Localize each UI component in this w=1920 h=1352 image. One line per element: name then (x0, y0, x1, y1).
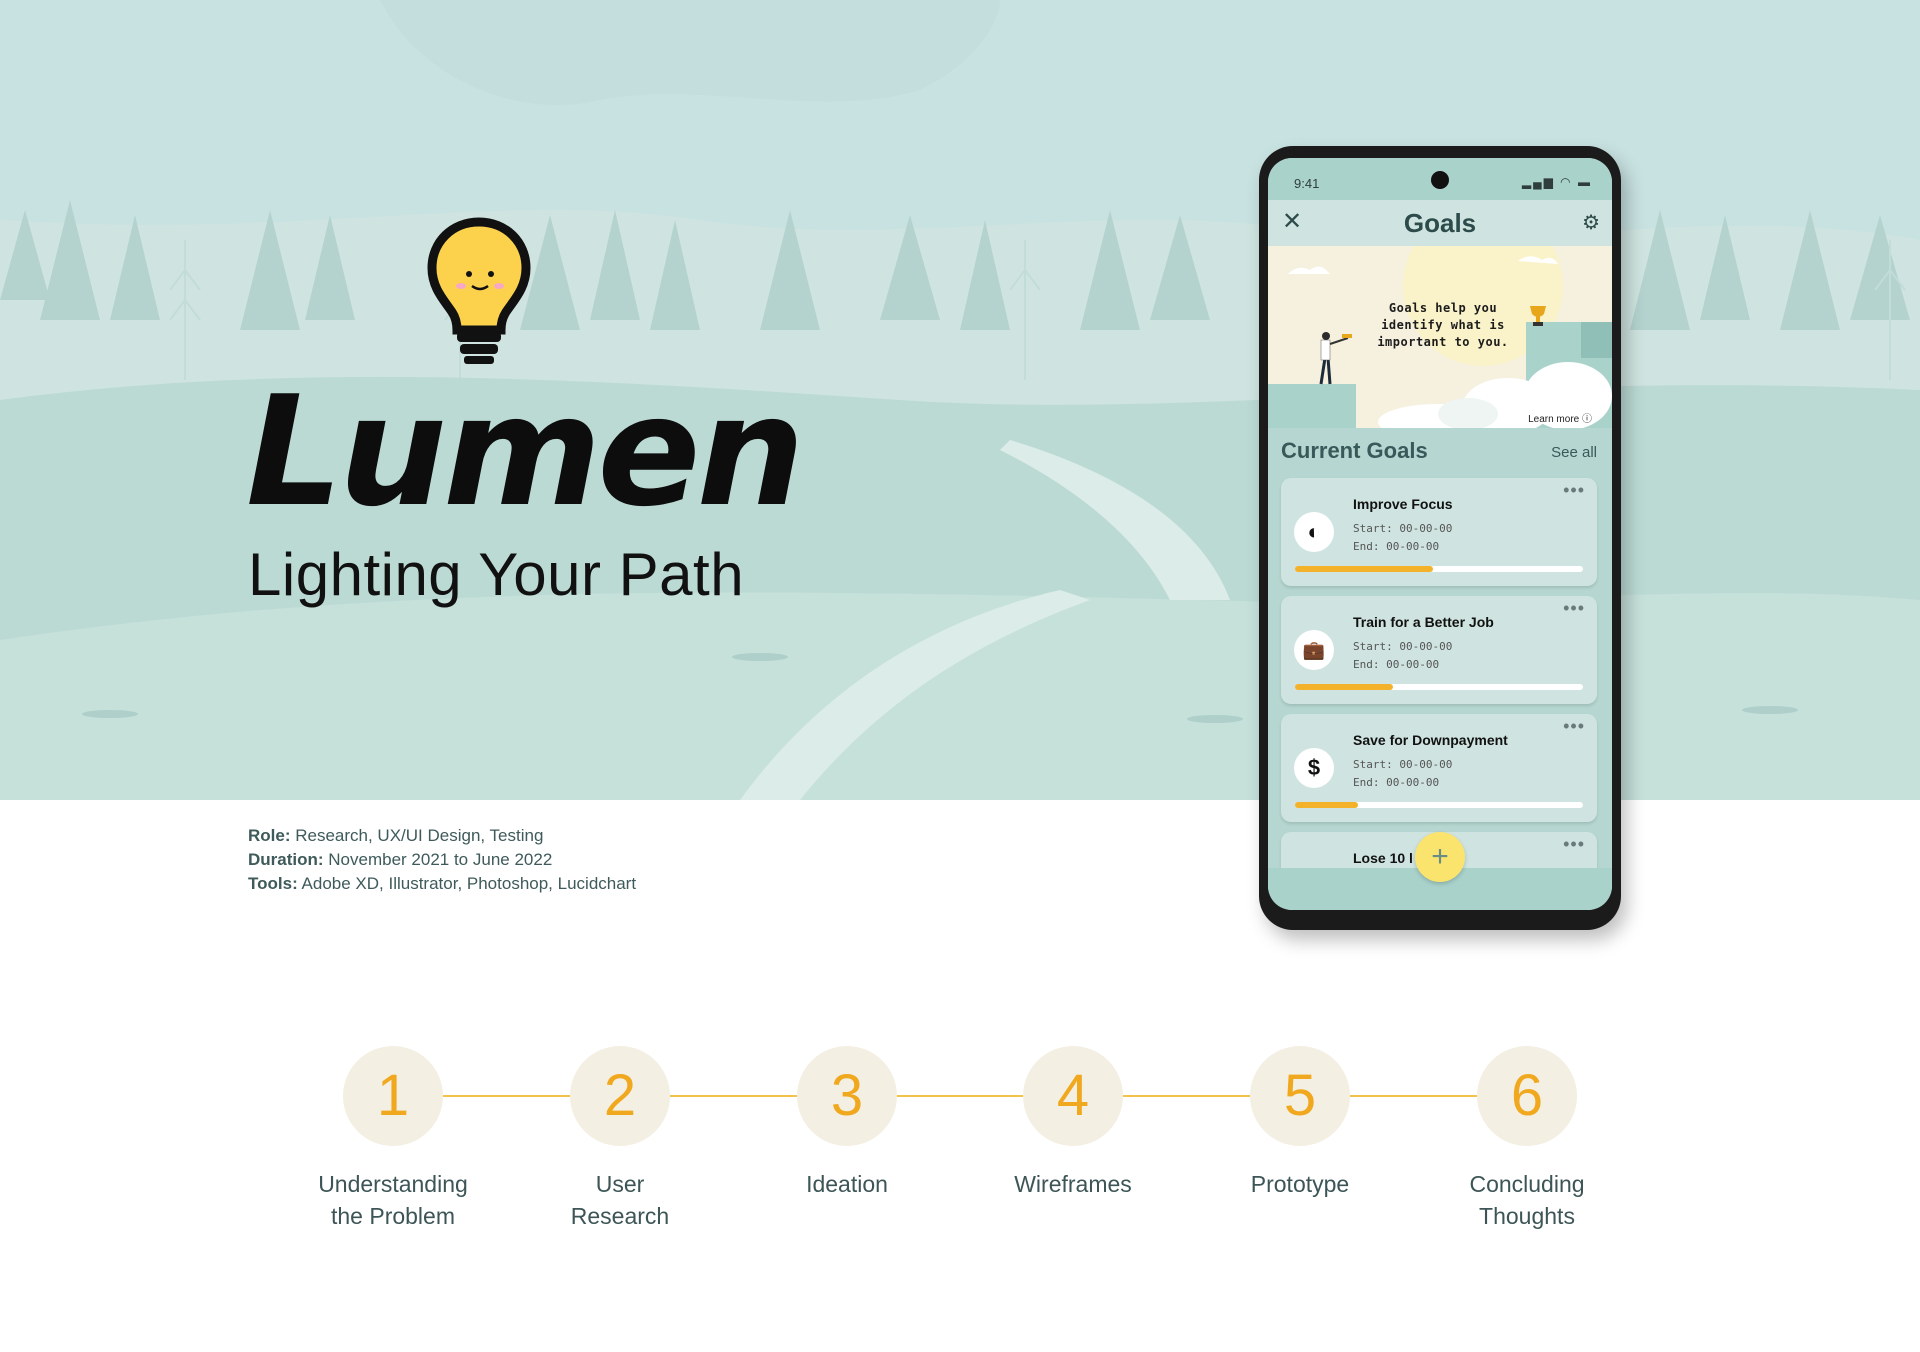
role-value: Research, UX/UI Design, Testing (295, 826, 544, 845)
briefcase-icon: 💼 (1294, 630, 1334, 670)
step-label-line2: the Problem (330, 1203, 455, 1229)
goal-name: Improve Focus (1353, 496, 1453, 512)
current-goals-panel: Current Goals See all ◐ Improve Focus St… (1268, 428, 1612, 872)
step-label-line1: Prototype (1250, 1171, 1350, 1197)
goal-start-date: Start: 00-00-00 (1353, 640, 1453, 653)
hero-banner: Lumen Lighting Your Path (0, 0, 1920, 800)
step-prototype[interactable]: 5 Prototype (1200, 1046, 1400, 1200)
goal-card-train-better-job[interactable]: 💼 Train for a Better Job Start: 00-00-00… (1281, 596, 1597, 704)
goal-end-date: End: 00-00-00 (1353, 658, 1440, 671)
camera-icon (1431, 171, 1449, 189)
role-line: Role: Research, UX/UI Design, Testing (248, 824, 636, 848)
duration-line: Duration: November 2021 to June 2022 (248, 848, 636, 872)
step-number: 1 (343, 1046, 443, 1146)
step-concluding-thoughts[interactable]: 6 Concluding Thoughts (1427, 1046, 1627, 1232)
goal-card-save-downpayment[interactable]: $ Save for Downpayment Start: 00-00-00 E… (1281, 714, 1597, 822)
goal-progress-bar (1295, 802, 1583, 808)
tools-line: Tools: Adobe XD, Illustrator, Photoshop,… (248, 872, 636, 896)
step-wireframes[interactable]: 4 Wireframes (973, 1046, 1173, 1200)
step-label-line2: Thoughts (1479, 1203, 1575, 1229)
logo-wordmark: Lumen (246, 363, 805, 540)
step-label: User Research (520, 1168, 720, 1232)
step-understanding-the-problem[interactable]: 1 Understanding the Problem (293, 1046, 493, 1232)
process-steps: 1 Understanding the Problem 2 User Researc… (0, 1046, 1920, 1246)
phone-mockup: 9:41 ▂▄▆ ◠ ▬ ✕ Goals ⚙ Goals help you id… (1259, 146, 1621, 930)
more-options-icon[interactable]: ••• (1563, 480, 1585, 501)
duration-label: Duration: (248, 850, 324, 869)
see-all-link[interactable]: See all (1551, 444, 1597, 461)
step-label-line1: Concluding (1469, 1171, 1585, 1197)
step-number: 2 (570, 1046, 670, 1146)
tools-value: Adobe XD, Illustrator, Photoshop, Lucidc… (301, 874, 637, 893)
goal-end-date: End: 00-00-00 (1353, 540, 1440, 553)
screen-title: Goals (1403, 208, 1477, 238)
step-label-line1: Ideation (806, 1171, 888, 1197)
more-options-icon[interactable]: ••• (1563, 834, 1585, 855)
tools-label: Tools: (248, 874, 298, 893)
dollar-icon: $ (1294, 748, 1334, 788)
goal-name: Lose 10 l (1353, 850, 1413, 866)
app-header: ✕ Goals ⚙ (1268, 200, 1612, 246)
step-number: 4 (1023, 1046, 1123, 1146)
goals-banner: Goals help you identify what is importan… (1268, 246, 1612, 428)
brain-icon: ◐ (1294, 512, 1334, 552)
phone-screen: 9:41 ▂▄▆ ◠ ▬ ✕ Goals ⚙ Goals help you id… (1268, 158, 1612, 910)
step-label: Concluding Thoughts (1427, 1168, 1627, 1232)
add-goal-button[interactable]: + (1415, 832, 1465, 882)
goal-card-improve-focus[interactable]: ◐ Improve Focus Start: 00-00-00 End: 00-… (1281, 478, 1597, 586)
step-label-line2: Research (570, 1203, 670, 1229)
step-ideation[interactable]: 3 Ideation (747, 1046, 947, 1200)
step-label-line1: Understanding (318, 1171, 468, 1197)
step-number: 3 (797, 1046, 897, 1146)
step-label-line1: User (595, 1171, 645, 1197)
more-options-icon[interactable]: ••• (1563, 598, 1585, 619)
goal-progress-bar (1295, 566, 1583, 572)
status-bar: 9:41 ▂▄▆ ◠ ▬ (1268, 158, 1612, 200)
signal-wifi-battery-icon: ▂▄▆ ◠ ▬ (1521, 175, 1592, 189)
banner-text: Goals help you identify what is importan… (1377, 301, 1509, 349)
goal-progress-fill (1295, 802, 1359, 808)
lightbulb-logo-icon (427, 217, 531, 364)
goal-name: Train for a Better Job (1353, 614, 1494, 630)
step-label: Ideation (747, 1168, 947, 1200)
duration-value: November 2021 to June 2022 (328, 850, 553, 869)
step-label: Prototype (1200, 1168, 1400, 1200)
goal-start-date: Start: 00-00-00 (1353, 758, 1453, 771)
project-meta: Role: Research, UX/UI Design, Testing Du… (248, 824, 636, 896)
goal-progress-bar (1295, 684, 1583, 690)
step-number: 5 (1250, 1046, 1350, 1146)
step-label: Wireframes (973, 1168, 1173, 1200)
goal-start-date: Start: 00-00-00 (1353, 522, 1453, 535)
learn-more-link[interactable]: Learn more ⓘ (1528, 410, 1592, 425)
tagline: Lighting Your Path (248, 541, 745, 608)
role-label: Role: (248, 826, 291, 845)
goal-name: Save for Downpayment (1353, 732, 1508, 748)
step-label: Understanding the Problem (293, 1168, 493, 1232)
goal-progress-fill (1295, 566, 1434, 572)
step-user-research[interactable]: 2 User Research (520, 1046, 720, 1232)
current-goals-heading: Current Goals (1281, 438, 1428, 463)
status-time: 9:41 (1294, 176, 1320, 191)
gear-icon[interactable]: ⚙ (1582, 210, 1600, 235)
goal-end-date: End: 00-00-00 (1353, 776, 1440, 789)
step-label-line1: Wireframes (1014, 1171, 1132, 1197)
more-options-icon[interactable]: ••• (1563, 716, 1585, 737)
step-number: 6 (1477, 1046, 1577, 1146)
goal-progress-fill (1295, 684, 1393, 690)
